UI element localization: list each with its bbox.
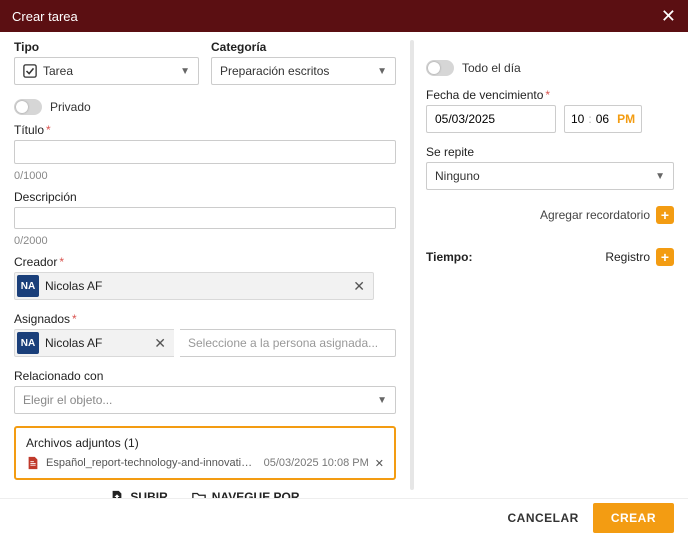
due-date-input[interactable]	[426, 105, 556, 133]
remove-creator-icon[interactable]: ✕	[349, 278, 369, 295]
chevron-down-icon: ▼	[180, 66, 190, 77]
time-label: Tiempo:	[426, 250, 472, 264]
private-toggle[interactable]	[14, 99, 42, 115]
chevron-down-icon: ▼	[377, 66, 387, 77]
description-input[interactable]	[14, 207, 396, 229]
related-placeholder: Elegir el objeto...	[23, 393, 112, 407]
attachment-date: 05/03/2025 10:08 PM	[264, 457, 369, 469]
assignees-label: Asignados*	[14, 312, 396, 326]
cancel-button[interactable]: CANCELAR	[507, 511, 578, 525]
description-label: Descripción	[14, 190, 396, 204]
log-link[interactable]: Registro	[605, 250, 650, 264]
add-log-button[interactable]: +	[656, 248, 674, 266]
chevron-down-icon: ▼	[377, 395, 387, 406]
creator-label: Creador*	[14, 255, 396, 269]
related-select[interactable]: Elegir el objeto... ▼	[14, 386, 396, 414]
upload-icon	[110, 490, 124, 498]
assignee-name: Nicolas AF	[45, 336, 102, 350]
assignee-chip[interactable]: NA Nicolas AF ✕	[14, 329, 174, 357]
attachment-name[interactable]: Español_report-technology-and-innovation…	[46, 457, 256, 469]
due-time-input[interactable]: 10 : 06 PM	[564, 105, 642, 133]
allday-label: Todo el día	[462, 61, 521, 75]
category-value: Preparación escritos	[220, 64, 329, 78]
creator-chip[interactable]: NA Nicolas AF ✕	[14, 272, 374, 300]
type-select[interactable]: Tarea ▼	[14, 57, 199, 85]
left-column: Tipo Tarea ▼ Categoría Preparación escri…	[0, 32, 406, 498]
add-reminder-button[interactable]: +	[656, 206, 674, 224]
repeat-select[interactable]: Ninguno ▼	[426, 162, 674, 190]
due-min: 06	[596, 112, 609, 126]
folder-icon	[192, 490, 206, 498]
category-label: Categoría	[211, 40, 396, 54]
dialog-footer: CANCELAR CREAR	[0, 498, 688, 536]
title-input[interactable]	[14, 140, 396, 164]
dialog-body: Tipo Tarea ▼ Categoría Preparación escri…	[0, 32, 688, 498]
title-counter: 0/1000	[14, 170, 396, 182]
close-icon[interactable]: ✕	[661, 7, 676, 25]
due-ampm[interactable]: PM	[617, 112, 635, 126]
upload-button[interactable]: SUBIR	[110, 490, 167, 498]
assignee-input[interactable]	[180, 329, 396, 357]
add-reminder-link[interactable]: Agregar recordatorio	[540, 208, 650, 222]
dialog-title: Crear tarea	[12, 9, 78, 24]
private-label: Privado	[50, 100, 91, 114]
repeat-label: Se repite	[426, 145, 674, 159]
dialog-header: Crear tarea ✕	[0, 0, 688, 32]
avatar: NA	[17, 275, 39, 297]
browse-button[interactable]: NAVEGUE POR	[192, 490, 300, 498]
attachments-box: Archivos adjuntos (1) Español_report-tec…	[14, 426, 396, 480]
due-label: Fecha de vencimiento*	[426, 88, 674, 102]
due-hour: 10	[571, 112, 584, 126]
avatar: NA	[17, 332, 39, 354]
description-counter: 0/2000	[14, 235, 396, 247]
type-label: Tipo	[14, 40, 199, 54]
pdf-icon	[26, 456, 40, 470]
title-label: Título*	[14, 123, 396, 137]
creator-name: Nicolas AF	[45, 279, 102, 293]
related-label: Relacionado con	[14, 369, 396, 383]
remove-assignee-icon[interactable]: ✕	[150, 335, 170, 352]
type-value: Tarea	[43, 64, 73, 78]
column-divider	[406, 32, 416, 498]
attachment-row: Español_report-technology-and-innovation…	[26, 456, 384, 470]
category-select[interactable]: Preparación escritos ▼	[211, 57, 396, 85]
remove-attachment-icon[interactable]: ✕	[375, 457, 384, 470]
repeat-value: Ninguno	[435, 169, 480, 183]
chevron-down-icon: ▼	[655, 171, 665, 182]
right-column: Todo el día Fecha de vencimiento* 10 : 0…	[416, 32, 688, 498]
attachments-title: Archivos adjuntos (1)	[26, 436, 384, 450]
checkbox-icon	[23, 64, 37, 78]
create-button[interactable]: CREAR	[593, 503, 674, 533]
allday-toggle[interactable]	[426, 60, 454, 76]
